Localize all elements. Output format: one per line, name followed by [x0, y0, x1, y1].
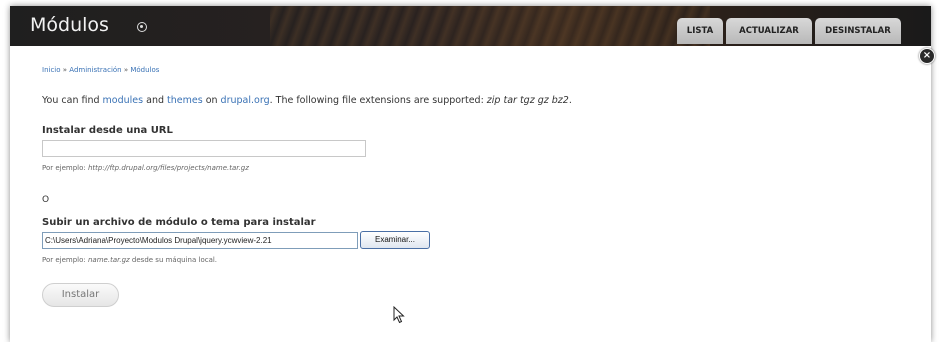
modules-link[interactable]: modules — [103, 95, 144, 106]
breadcrumb: Inicio » Administración » Módulos — [42, 66, 902, 74]
url-hint-example: http://ftp.drupal.org/files/projects/nam… — [88, 164, 249, 172]
tab-desinstalar[interactable]: DESINSTALAR — [815, 18, 901, 44]
tab-lista[interactable]: LISTA — [677, 18, 723, 44]
intro-text-part: . The following file extensions are supp… — [269, 95, 487, 106]
breadcrumb-item-administracion[interactable]: Administración — [69, 66, 121, 74]
overlay-titlebar: Módulos LISTA ACTUALIZAR DESINSTALAR — [10, 6, 931, 46]
file-upload-row: C:\Users\Adriana\Proyecto\Modulos Drupal… — [42, 231, 902, 249]
intro-text-part: You can find — [42, 95, 103, 106]
breadcrumb-item-inicio[interactable]: Inicio — [42, 66, 61, 74]
drupal-org-link[interactable]: drupal.org — [221, 95, 270, 106]
upload-field-label: Subir un archivo de módulo o tema para i… — [42, 217, 316, 228]
upload-hint-prefix: Por ejemplo: — [42, 256, 88, 264]
shortcut-star-icon[interactable] — [137, 22, 147, 32]
page-title: Módulos — [30, 14, 109, 36]
titlebar-decoration — [270, 6, 710, 46]
intro-text-part: on — [202, 95, 221, 106]
main-content: Inicio » Administración » Módulos You ca… — [42, 66, 902, 307]
url-hint: Por ejemplo: http://ftp.drupal.org/files… — [42, 164, 902, 172]
themes-link[interactable]: themes — [167, 95, 203, 106]
install-button[interactable]: Instalar — [42, 283, 119, 307]
intro-text-part: . — [568, 95, 572, 106]
tab-actualizar[interactable]: ACTUALIZAR — [726, 18, 812, 44]
breadcrumb-item-modulos[interactable]: Módulos — [130, 66, 159, 74]
url-input[interactable] — [42, 140, 366, 157]
overlay-dialog: Módulos LISTA ACTUALIZAR DESINSTALAR × I… — [10, 6, 935, 342]
upload-hint-example: name.tar.gz — [88, 256, 130, 264]
url-field-label: Instalar desde una URL — [42, 125, 173, 136]
or-separator: O — [42, 195, 50, 205]
url-hint-prefix: Por ejemplo: — [42, 164, 88, 172]
intro-text-part: and — [143, 95, 168, 106]
upload-hint-suffix: desde su máquina local. — [129, 256, 218, 264]
supported-extensions: zip tar tgz gz bz2 — [486, 95, 569, 106]
tab-bar: LISTA ACTUALIZAR DESINSTALAR — [677, 18, 901, 44]
upload-hint: Por ejemplo: name.tar.gz desde su máquin… — [42, 256, 902, 264]
mouse-cursor-icon — [393, 306, 405, 324]
file-path-input[interactable]: C:\Users\Adriana\Proyecto\Modulos Drupal… — [42, 231, 358, 249]
intro-text: You can find modules and themes on drupa… — [42, 95, 902, 106]
browse-button[interactable]: Examinar... — [360, 231, 430, 249]
close-icon[interactable]: × — [919, 48, 935, 64]
